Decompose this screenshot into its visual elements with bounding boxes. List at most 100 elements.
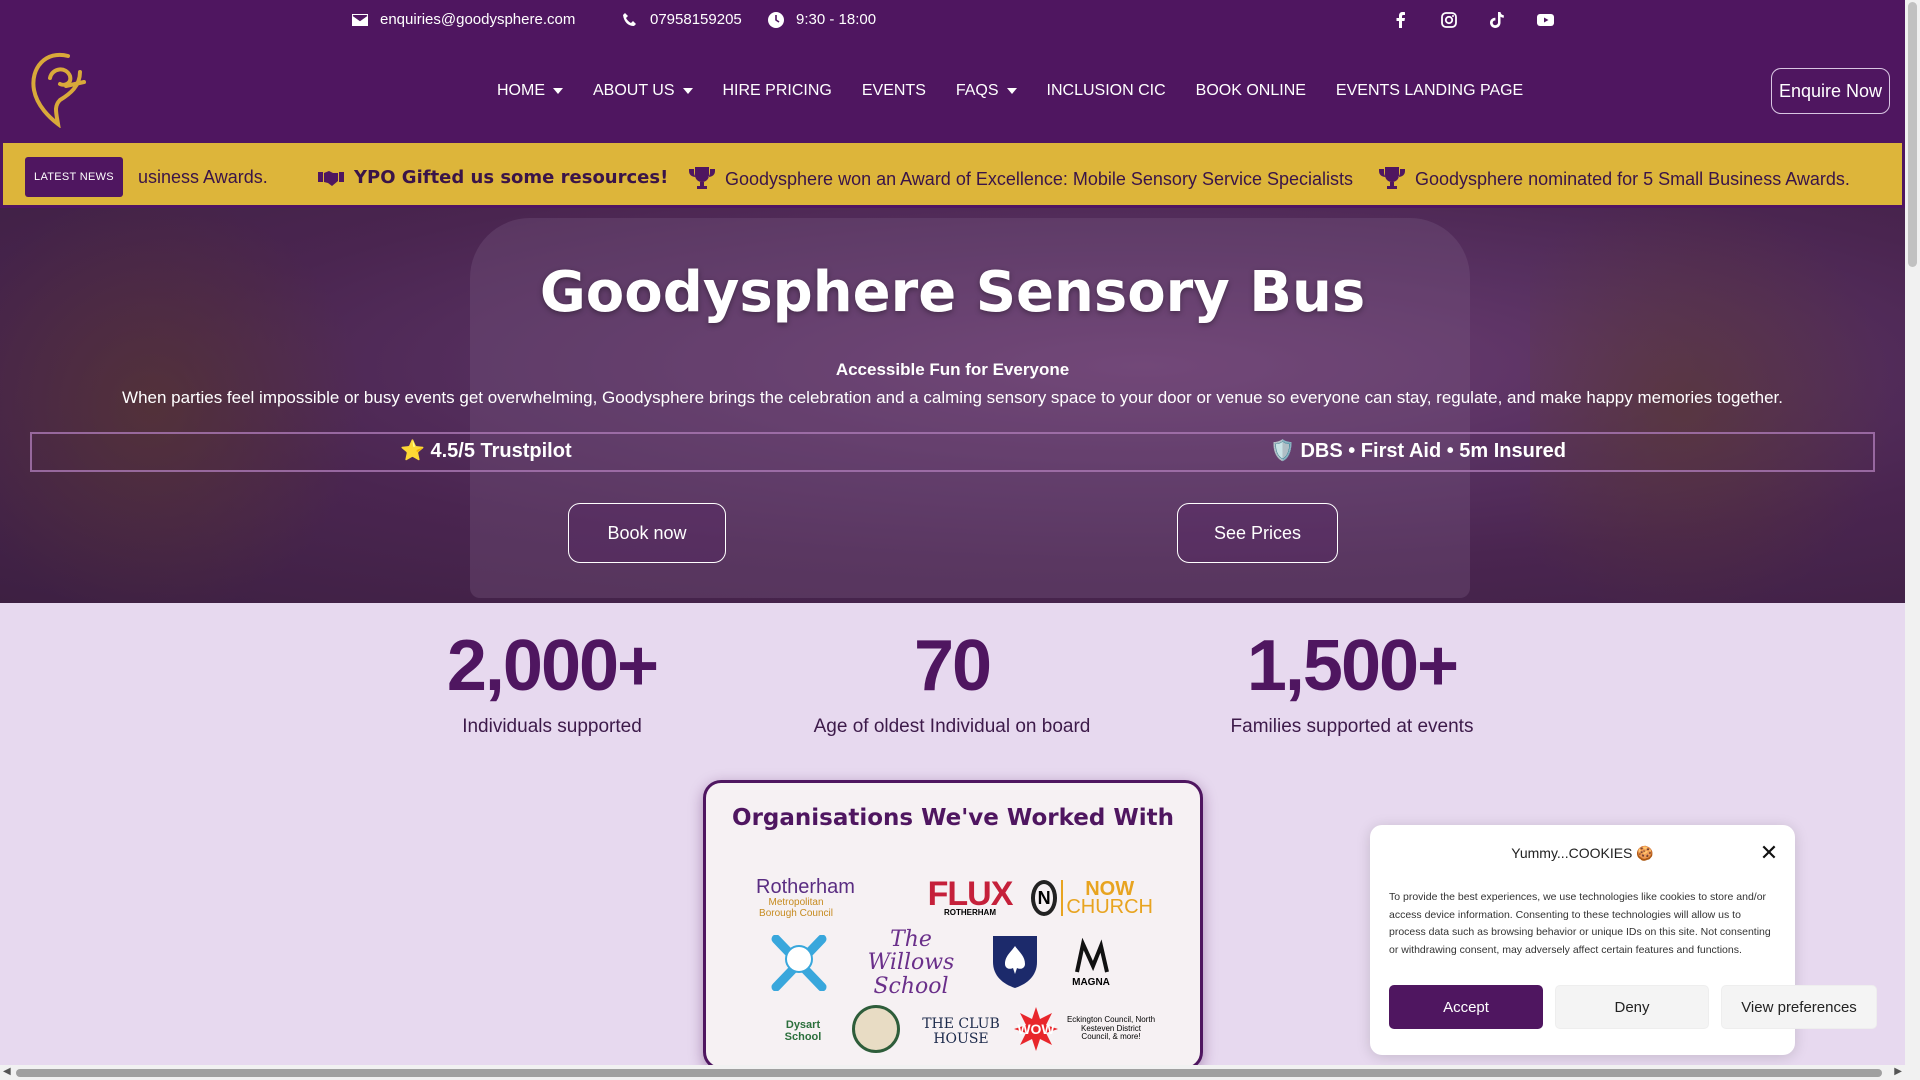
chevron-down-icon: [1006, 88, 1017, 94]
cookie-preferences-button[interactable]: View preferences: [1721, 985, 1877, 1029]
club-house-logo: THE CLUB HOUSE: [922, 1016, 1000, 1047]
top-contact-bar: enquiries@goodysphere.com 07958159205 9:…: [0, 0, 1905, 40]
chevron-down-icon: [553, 88, 563, 94]
magna-logo: MAGNA: [1061, 935, 1121, 991]
school-crest-logo: [852, 1005, 900, 1053]
hero-description: When parties feel impossible or busy eve…: [122, 388, 1783, 407]
latest-news-badge: LATEST NEWS: [25, 157, 123, 197]
safety-credentials: 🛡️ DBS • First Aid • 5m Insured: [1270, 440, 1566, 462]
logo-text: FLUX: [927, 874, 1014, 913]
news-item-text: usiness Awards.: [138, 167, 268, 187]
enquire-now-button[interactable]: Enquire Now: [1771, 68, 1890, 114]
stat-oldest-age: 70 Age of oldest Individual on board: [752, 630, 1152, 738]
logo-text: Rotherham: [756, 876, 855, 898]
news-item[interactable]: usiness Awards.: [138, 167, 268, 188]
discovery-academy-logo: [768, 935, 830, 991]
cookie-description: To provide the best experiences, we use …: [1389, 891, 1771, 956]
instagram-icon[interactable]: [1439, 10, 1459, 30]
youtube-icon[interactable]: [1535, 10, 1555, 30]
nav-faqs[interactable]: FAQS: [941, 82, 1032, 100]
chevron-down-icon: [682, 88, 693, 94]
envelope-icon: [352, 13, 368, 26]
nav-events-label: EVENTS: [861, 82, 926, 99]
horizontal-scrollbar[interactable]: ◀ ▶: [0, 1065, 1905, 1080]
main-header: HOME ABOUT US HIRE PRICING EVENTS FAQS I…: [0, 40, 1905, 140]
nav-faqs-label: FAQS: [955, 82, 999, 99]
vertical-scrollbar[interactable]: [1905, 0, 1920, 1080]
wow-logo: WOW: [1012, 1005, 1060, 1053]
nav-hire-pricing[interactable]: HIRE PRICING: [708, 82, 847, 100]
scroll-right-icon[interactable]: ▶: [1894, 1066, 1902, 1077]
stat-label: Individuals supported: [462, 716, 642, 737]
nav-inclusion-label: INCLUSION CIC: [1046, 82, 1166, 99]
scroll-left-icon[interactable]: ◀: [3, 1066, 11, 1077]
cookie-title: Yummy...COOKIES 🍪: [1511, 845, 1654, 861]
scrollbar-thumb[interactable]: [1908, 2, 1917, 267]
email-text: enquiries@goodysphere.com: [380, 11, 576, 28]
close-icon[interactable]: ✕: [1759, 840, 1779, 865]
nav-about-us[interactable]: ABOUT US: [578, 82, 708, 100]
news-item-text: YPO Gifted us some resources!: [354, 167, 669, 188]
cookie-consent-dialog: Yummy...COOKIES 🍪 ✕ To provide the best …: [1370, 825, 1877, 1055]
dysart-school-logo: Dysart School: [784, 1019, 822, 1043]
news-ticker: LATEST NEWS usiness Awards. YPO Gifted u…: [0, 140, 1905, 208]
news-ticker-track: LATEST NEWS usiness Awards. YPO Gifted u…: [3, 143, 1902, 205]
hours-text: 9:30 - 18:00: [796, 11, 877, 28]
nav-events[interactable]: EVENTS: [847, 82, 941, 100]
scrollbar-thumb[interactable]: [16, 1069, 1882, 1077]
trophy-icon: [689, 167, 715, 189]
nav-landing-label: EVENTS LANDING PAGE: [1335, 82, 1524, 99]
nav-book-online[interactable]: BOOK ONLINE: [1181, 82, 1321, 100]
news-item[interactable]: YPO Gifted us some resources!: [318, 167, 668, 188]
stat-label: Age of oldest Individual on board: [813, 716, 1091, 737]
eckington-council-logo: Eckington Council, North Kesteven Distri…: [1066, 1015, 1156, 1042]
nav-events-landing[interactable]: EVENTS LANDING PAGE: [1321, 82, 1538, 100]
tiktok-icon[interactable]: [1487, 10, 1507, 30]
flux-rotherham-logo: FLUX ROTHERHAM: [924, 875, 1016, 921]
cookie-accept-button[interactable]: Accept: [1389, 985, 1543, 1029]
news-item-text: Goodysphere won an Award of Excellence: …: [725, 168, 1353, 189]
logo-text: CHURCH: [1066, 896, 1153, 918]
nav-home-label: HOME: [497, 82, 545, 99]
handshake-icon: [318, 170, 344, 186]
stat-value: 70: [913, 626, 992, 706]
nav-about-label: ABOUT US: [593, 82, 675, 99]
trophy-icon: [1379, 167, 1405, 189]
phone-text: 07958159205: [650, 11, 742, 28]
see-prices-button[interactable]: See Prices: [1177, 503, 1338, 563]
nav-hire-label: HIRE PRICING: [722, 82, 832, 99]
phone-icon: [623, 12, 636, 26]
facebook-icon[interactable]: [1391, 10, 1411, 30]
news-item[interactable]: Goodysphere won an Award of Excellence: …: [689, 167, 1353, 191]
hero-subtitle: Accessible Fun for Everyone: [835, 360, 1070, 379]
logo-text: MAGNA: [1072, 976, 1110, 988]
willows-school-logo: The Willows School: [867, 927, 955, 999]
now-church-logo: N NOW CHURCH: [1031, 875, 1153, 921]
goodysphere-logo[interactable]: [26, 48, 88, 129]
nav-book-label: BOOK ONLINE: [1195, 82, 1306, 99]
rotherham-council-logo: Rotherham Metropolitan Borough Council: [756, 875, 886, 921]
maltby-trust-logo: [989, 933, 1041, 991]
news-item-text: Goodysphere nominated for 5 Small Busine…: [1415, 168, 1850, 189]
nav-home[interactable]: HOME: [482, 82, 578, 100]
phone-contact[interactable]: 07958159205: [622, 11, 742, 28]
trustpilot-rating: ⭐ 4.5/5 Trustpilot: [400, 440, 572, 462]
logo-mark: N: [1031, 880, 1058, 916]
nav-inclusion-cic[interactable]: INCLUSION CIC: [1032, 82, 1181, 100]
logo-text: Metropolitan Borough Council: [759, 897, 833, 919]
hero-section: Goodysphere Sensory Bus Accessible Fun f…: [0, 208, 1905, 603]
logo-text: ROTHERHAM: [944, 907, 996, 917]
news-item[interactable]: Goodysphere nominated for 5 Small Busine…: [1379, 167, 1850, 191]
stat-value: 1,500+: [1246, 626, 1459, 706]
stat-families: 1,500+ Families supported at events: [1202, 630, 1502, 738]
book-now-button[interactable]: Book now: [568, 503, 726, 563]
email-contact[interactable]: enquiries@goodysphere.com: [352, 11, 575, 28]
main-nav: HOME ABOUT US HIRE PRICING EVENTS FAQS I…: [482, 82, 1538, 100]
hero-title: Goodysphere Sensory Bus: [539, 260, 1366, 325]
trust-strip: [30, 432, 1875, 472]
cookie-deny-button[interactable]: Deny: [1555, 985, 1709, 1029]
organisations-title: Organisations We've Worked With: [732, 805, 1174, 831]
clock-icon: [768, 11, 784, 28]
stat-value: 2,000+: [446, 626, 659, 706]
logo-text: WOW: [1017, 1020, 1055, 1037]
